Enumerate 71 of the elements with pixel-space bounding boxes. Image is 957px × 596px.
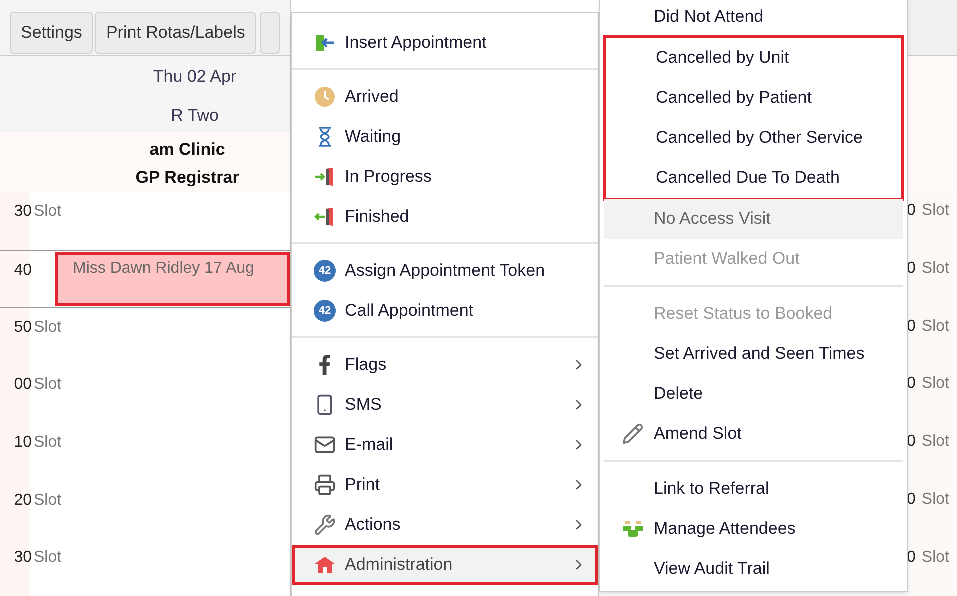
menu-item[interactable]: Delete (604, 374, 903, 414)
toolbar-button[interactable] (260, 12, 280, 54)
slot-label: Slot (34, 549, 62, 566)
mail-icon (314, 434, 336, 456)
time-label: 0 (907, 258, 916, 279)
house-icon (314, 554, 336, 576)
menu-item[interactable]: In Progress (292, 157, 598, 197)
menu-item[interactable]: Set Arrived and Seen Times (604, 334, 903, 374)
wrench-icon (314, 514, 336, 536)
menu-item[interactable]: Actions (292, 505, 598, 545)
people-icon (622, 518, 644, 540)
token-badge: 42 (314, 260, 336, 282)
menu-item[interactable]: 42 Assign Appointment Token (292, 251, 598, 291)
menu-item[interactable]: 42 Call Appointment (292, 291, 598, 331)
time-label: 20 (14, 490, 32, 511)
toolbar-button[interactable]: Settings (10, 12, 94, 54)
time-label: 0 (907, 432, 916, 452)
menu-item[interactable]: E-mail (292, 425, 598, 465)
slot-label: Slot (922, 316, 950, 337)
time-label: 30 (14, 202, 32, 222)
menu-item[interactable]: View Audit Trail (604, 549, 903, 589)
slot-label: Slot (34, 492, 62, 509)
token-badge: 42 (314, 300, 336, 322)
time-label: 40 (14, 261, 32, 282)
time-label: 0 (907, 548, 916, 568)
slot-label: Slot (34, 318, 62, 336)
menu-item[interactable]: Amend Slot (604, 414, 903, 454)
menu-item[interactable]: Insert Appointment (292, 23, 598, 63)
slot-label: Slot (922, 490, 950, 510)
arrow-into-box-icon (314, 32, 336, 54)
door-arrow-icon (314, 166, 336, 188)
session-title: GP Registrar (136, 167, 240, 190)
time-label: 0 (907, 374, 916, 394)
room-label: R Two (171, 104, 219, 126)
time-label: 0 (907, 490, 916, 510)
menu-item[interactable]: Administration (292, 545, 598, 585)
slot-label: Slot (922, 200, 950, 221)
slot-label: Slot (34, 203, 62, 220)
pencil-icon (622, 423, 644, 445)
menu-item[interactable]: Manage Attendees (604, 509, 903, 549)
slot-label: Slot (34, 434, 62, 452)
slot-label: Slot (922, 432, 950, 452)
menu-item[interactable]: Link to Referral (604, 469, 903, 509)
time-label: 50 (14, 318, 32, 338)
menu-item[interactable]: Did Not Attend (604, 0, 903, 37)
door-arrow-icon (314, 206, 336, 228)
menu-item[interactable]: Cancelled by Other Service (606, 118, 901, 158)
date-label: Thu 02 Apr (153, 66, 237, 88)
menu-item[interactable]: Print (292, 465, 598, 505)
printer-icon (314, 474, 336, 496)
slot-label: Slot (922, 374, 950, 394)
menu-item[interactable]: Cancelled Due To Death (606, 158, 901, 198)
time-label: 30 (14, 548, 32, 568)
time-label: 0 (907, 200, 916, 221)
clock-icon (314, 86, 336, 108)
menu-item[interactable]: Arrived (292, 77, 598, 117)
slot-label: Slot (34, 376, 62, 394)
time-label: 0 (907, 316, 916, 337)
toolbar-button[interactable]: Print Rotas/Labels (95, 12, 256, 54)
slot-label: Slot (922, 548, 950, 568)
time-label: 00 (14, 375, 32, 396)
session-title: am Clinic (150, 139, 226, 162)
time-label: 10 (14, 433, 32, 454)
menu-item[interactable]: Flags (292, 345, 598, 385)
menu-item[interactable]: Finished (292, 197, 598, 237)
appointment-block[interactable]: Miss Dawn Ridley 17 Aug (55, 252, 290, 306)
slot-label: Slot (922, 258, 950, 279)
menu-item[interactable]: Cancelled by Unit (606, 38, 901, 78)
menu-item[interactable]: Waiting (292, 117, 598, 157)
menu-item[interactable]: Cancelled by Patient (606, 78, 901, 118)
menu-item[interactable]: SMS (292, 385, 598, 425)
